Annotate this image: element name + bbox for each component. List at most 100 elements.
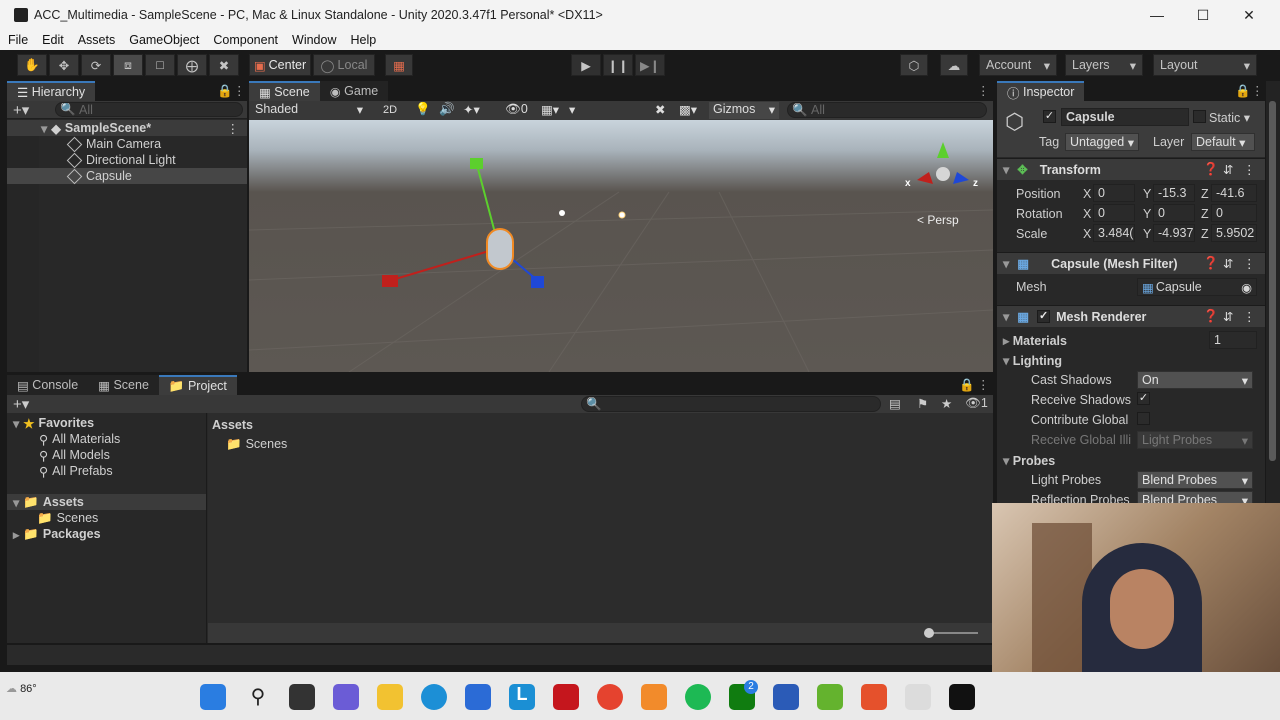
step-icon[interactable]: ▶❙	[635, 54, 665, 76]
menu-help[interactable]: Help	[343, 33, 383, 47]
static-dropdown[interactable]: Static ▾	[1209, 110, 1250, 125]
zoom-slider[interactable]	[928, 632, 978, 634]
menu-component[interactable]: Component	[206, 33, 285, 47]
component-menu-icon[interactable]: ⋮	[1243, 256, 1256, 271]
rotate-tool-icon[interactable]: ⟳	[81, 54, 111, 76]
tab-game[interactable]: ◉ Game	[319, 81, 389, 101]
hierarchy-item-capsule[interactable]: Capsule	[7, 168, 247, 184]
assets-folder-row[interactable]: ▾ 📁 Assets	[7, 494, 206, 510]
unity-editor-icon[interactable]	[949, 684, 975, 710]
shading-mode-dropdown[interactable]: Shaded ▾	[251, 102, 367, 119]
pivot-center-button[interactable]: ▣ Center	[249, 54, 311, 76]
zoom-slider-thumb[interactable]	[924, 628, 934, 638]
camera-icon[interactable]: ▩▾	[679, 102, 697, 117]
play-icon[interactable]: ▶	[571, 54, 601, 76]
contribute-gi-checkbox[interactable]	[1137, 412, 1150, 425]
lighting-foldout[interactable]: ▾ Lighting	[1003, 353, 1062, 368]
preset-icon[interactable]: ⇵	[1223, 256, 1233, 271]
collab-icon[interactable]: ⬡	[900, 54, 928, 76]
pause-icon[interactable]: ❙❙	[603, 54, 633, 76]
scenes-folder-row[interactable]: 📁 Scenes	[7, 510, 206, 526]
hierarchy-item-directional-light[interactable]: Directional Light	[7, 152, 247, 168]
kebab-icon[interactable]: ⋮	[977, 377, 990, 392]
hidden-packages-icon[interactable]: 👁1	[965, 396, 988, 411]
rotation-x-field[interactable]: 0	[1093, 204, 1135, 222]
scale-x-field[interactable]: 3.484(	[1093, 224, 1135, 242]
probes-foldout[interactable]: ▾ Probes	[1003, 453, 1055, 468]
move-tool-icon[interactable]: ✥	[49, 54, 79, 76]
fav-all-models[interactable]: ⚲ All Models	[7, 447, 206, 463]
lock-icon[interactable]: 🔒	[959, 378, 975, 393]
cast-shadows-dropdown[interactable]: On ▾	[1137, 371, 1253, 389]
scene-root-row[interactable]: ▾ ◆ SampleScene* ⋮	[7, 120, 247, 136]
hand-tool-icon[interactable]: ✋	[17, 54, 47, 76]
unity-hub-icon[interactable]	[905, 684, 931, 710]
edge-icon[interactable]	[421, 684, 447, 710]
hierarchy-search-input[interactable]: 🔍 All	[55, 102, 243, 117]
component-menu-icon[interactable]: ⋮	[1243, 162, 1256, 177]
grid-snap-icon[interactable]: ▦	[385, 54, 413, 76]
project-breadcrumb[interactable]: Assets	[212, 418, 253, 432]
inspector-scrollbar[interactable]	[1266, 81, 1280, 505]
effects-icon[interactable]: ✦▾	[463, 102, 480, 117]
materials-count-field[interactable]: 1	[1209, 331, 1257, 349]
pivot-local-button[interactable]: ◯ Local	[313, 54, 375, 76]
hidden-objects-icon[interactable]: 👁0	[505, 102, 528, 117]
receive-shadows-checkbox[interactable]: ✓	[1137, 392, 1150, 405]
chat-icon[interactable]	[333, 684, 359, 710]
mesh-renderer-header[interactable]: ▾ ▦ ✓ Mesh Renderer ❓ ⇵ ⋮	[997, 305, 1265, 327]
audio-icon[interactable]: 🔊	[439, 102, 455, 117]
recorder-icon[interactable]	[861, 684, 887, 710]
help-icon[interactable]: ❓	[1203, 256, 1219, 271]
scale-y-field[interactable]: -4.937	[1153, 224, 1195, 242]
tab-console[interactable]: ▤ Console	[7, 375, 89, 395]
add-icon[interactable]: +▾	[13, 101, 29, 119]
tab-project[interactable]: 📁 Project	[158, 375, 237, 395]
search-icon[interactable]: ⚲	[245, 684, 271, 710]
lighting-icon[interactable]: 💡	[415, 102, 431, 117]
x-axis-handle[interactable]	[391, 247, 500, 281]
grid-icon[interactable]: ▦▾	[541, 102, 559, 117]
preset-icon[interactable]: ⇵	[1223, 162, 1233, 177]
static-checkbox[interactable]	[1193, 110, 1206, 123]
position-z-field[interactable]: -41.6	[1211, 184, 1257, 202]
position-x-field[interactable]: 0	[1093, 184, 1135, 202]
mesh-object-field[interactable]: ▦ Capsule ◉	[1137, 278, 1257, 296]
scrollbar-thumb[interactable]	[1269, 101, 1276, 461]
capsule-object[interactable]	[486, 228, 514, 270]
lock-icon[interactable]: 🔒	[217, 84, 233, 99]
y-scale-cube[interactable]	[470, 158, 483, 169]
materials-foldout[interactable]: ▸ Materials	[1003, 333, 1067, 348]
menu-edit[interactable]: Edit	[35, 33, 71, 47]
word-icon[interactable]	[773, 684, 799, 710]
weather-widget[interactable]: ☁ 86°	[6, 682, 46, 710]
camera-gizmo-icon[interactable]	[559, 210, 565, 216]
scene-kebab-icon[interactable]: ⋮	[227, 121, 240, 136]
task-view-icon[interactable]	[289, 684, 315, 710]
scale-z-field[interactable]: 5.9502	[1211, 224, 1257, 242]
start-icon[interactable]	[200, 684, 226, 710]
chrome-icon[interactable]	[597, 684, 623, 710]
scene-more-dropdown[interactable]: ▾	[569, 102, 575, 117]
maximize-icon[interactable]: ☐	[1180, 0, 1226, 30]
close-icon[interactable]: ✕	[1226, 0, 1272, 30]
perspective-label[interactable]: < Persp	[917, 213, 959, 227]
position-y-field[interactable]: -15.3	[1153, 184, 1195, 202]
mesh-renderer-enabled-checkbox[interactable]: ✓	[1037, 310, 1051, 323]
orientation-gizmo[interactable]	[917, 142, 969, 184]
custom-tool-icon[interactable]: ✖	[209, 54, 239, 76]
fav-all-materials[interactable]: ⚲ All Materials	[7, 431, 206, 447]
layers-dropdown[interactable]: Layers ▾	[1065, 54, 1143, 76]
menu-file[interactable]: File	[0, 33, 35, 47]
transform-tool-icon[interactable]: ⨁	[177, 54, 207, 76]
lanschool-icon[interactable]: L	[509, 684, 535, 710]
mesh-filter-header[interactable]: ▾ ▦ Capsule (Mesh Filter) ❓ ⇵ ⋮	[997, 252, 1265, 274]
hierarchy-item-main-camera[interactable]: Main Camera	[7, 136, 247, 152]
object-name-input[interactable]: Capsule	[1061, 108, 1189, 126]
scene-kebab-icon[interactable]: ⋮	[977, 83, 990, 98]
light-gizmo-icon[interactable]	[618, 211, 626, 219]
light-probes-dropdown[interactable]: Blend Probes ▾	[1137, 471, 1253, 489]
favorite-icon[interactable]: ★	[941, 396, 952, 411]
cloud-icon[interactable]: ☁	[940, 54, 968, 76]
label-icon[interactable]: ⚑	[917, 396, 928, 411]
